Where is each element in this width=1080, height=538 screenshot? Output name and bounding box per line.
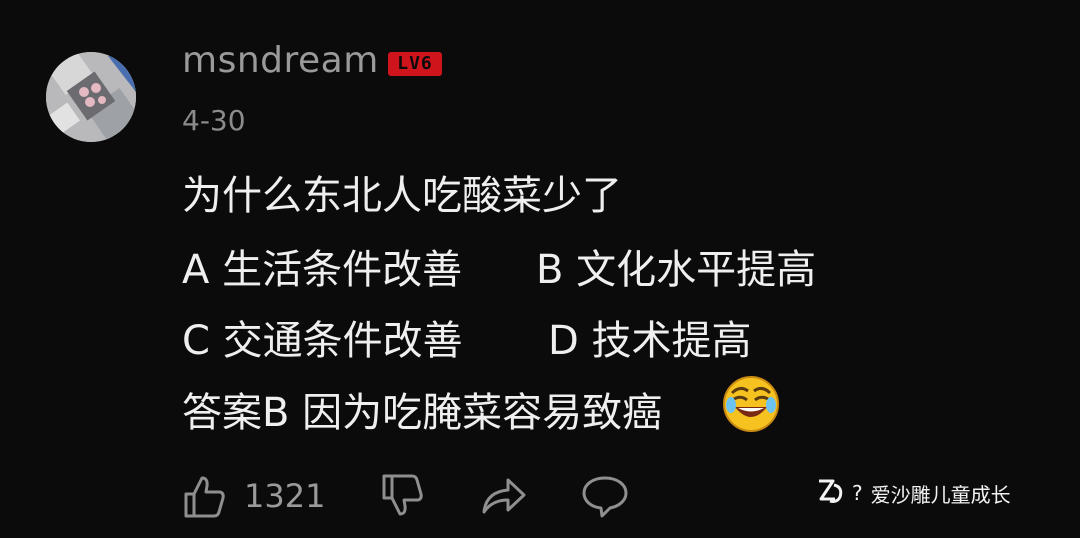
comment-question: 为什么东北人吃酸菜少了 [182,173,622,219]
zhihu-logo-icon [816,477,846,510]
share-button[interactable] [480,472,528,520]
avatar[interactable] [46,52,136,142]
like-button[interactable]: 1321 [182,472,325,520]
dislike-button[interactable] [380,472,424,520]
like-count: 1321 [244,477,326,515]
watermark-separator: ? [852,481,863,505]
option-a: A 生活条件改善 [182,247,463,293]
option-c: C 交通条件改善 [182,318,463,364]
grinning-sweat-emoji [722,375,780,433]
avatar-image [46,52,136,142]
comment-screen: msndream LV6 4-30 为什么东北人吃酸菜少了 A 生活条件改善 B… [0,0,1080,538]
reply-icon [580,474,630,518]
watermark-text: 爱沙雕儿童成长 [870,482,1011,507]
option-b: B 文化水平提高 [536,247,817,293]
username[interactable]: msndream [182,40,379,81]
thumbs-down-icon [380,474,424,518]
share-icon [480,474,528,518]
watermark: ? 爱沙雕儿童成长 [816,478,1011,508]
level-badge: LV6 [388,52,442,76]
reply-button[interactable] [580,472,630,520]
comment-date: 4-30 [182,104,246,137]
thumbs-up-icon [182,474,226,518]
comment-answer: 答案B 因为吃腌菜容易致癌 [182,390,663,436]
option-d: D 技术提高 [548,318,752,364]
